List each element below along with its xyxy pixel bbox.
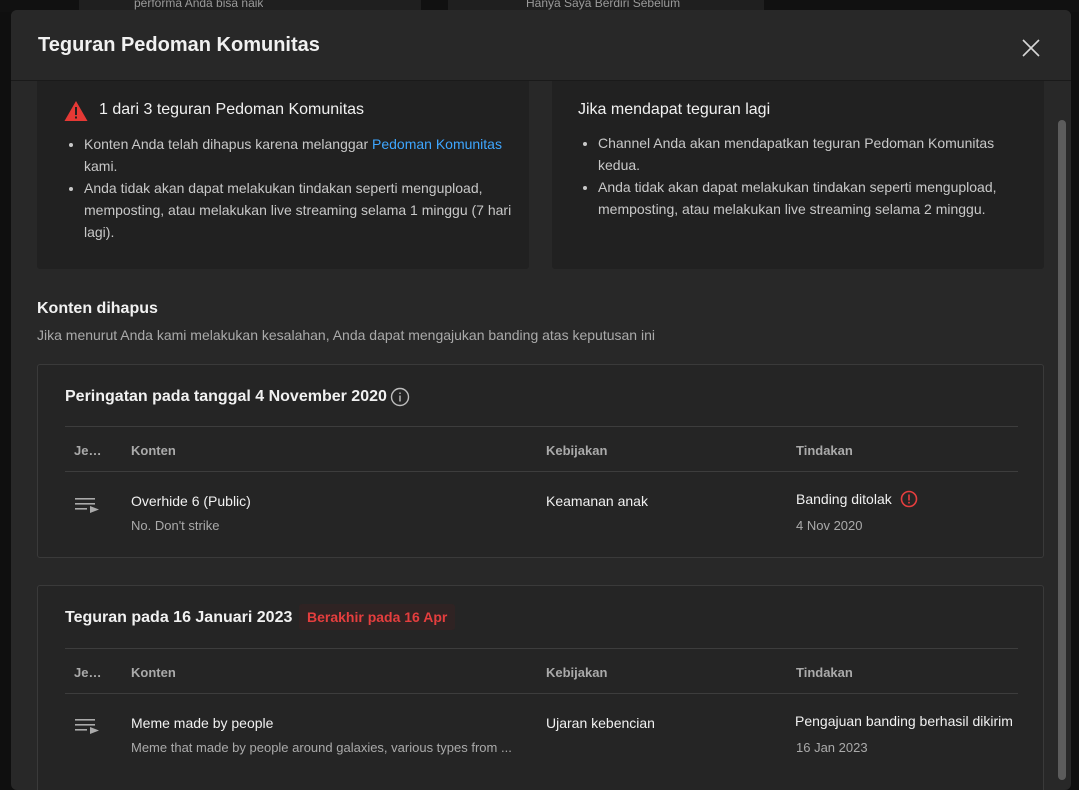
strike-status-list: Konten Anda telah dihapus karena melangg… — [64, 133, 524, 243]
content-title[interactable]: Meme made by people — [131, 715, 273, 731]
column-header-action: Tindakan — [796, 443, 853, 458]
table-divider — [65, 648, 1018, 649]
strike-status-bullet-1: Konten Anda telah dihapus karena melangg… — [84, 133, 524, 177]
next-strike-bullet-2: Anda tidak akan dapat melakukan tindakan… — [598, 176, 1038, 220]
dialog-body: 1 dari 3 teguran Pedoman Komunitas Konte… — [11, 81, 1071, 790]
content-description: No. Don't strike — [131, 518, 220, 533]
strike-card-title: Teguran pada 16 Januari 2023 — [65, 609, 293, 626]
background-text-right: Hanya Saya Berdiri Sebelum — [526, 0, 681, 10]
next-strike-heading: Jika mendapat teguran lagi — [578, 101, 771, 118]
strike-status-card: 1 dari 3 teguran Pedoman Komunitas Konte… — [37, 81, 529, 269]
column-header-action: Tindakan — [796, 665, 853, 680]
table-divider — [65, 693, 1018, 694]
background-text-left: performa Anda bisa naik — [134, 0, 264, 10]
policy-value: Ujaran kebencian — [546, 715, 655, 731]
strike-status-bullet-2: Anda tidak akan dapat melakukan tindakan… — [84, 177, 524, 243]
playlist-icon — [75, 719, 99, 734]
next-strike-card: Jika mendapat teguran lagi Channel Anda … — [552, 81, 1044, 269]
removed-content-title: Konten dihapus — [37, 300, 158, 317]
action-date: 4 Nov 2020 — [796, 518, 863, 533]
action-date: 16 Jan 2023 — [796, 740, 868, 755]
column-header-type: Je… — [74, 665, 102, 680]
alert-circle-icon[interactable] — [900, 490, 918, 508]
next-strike-list: Channel Anda akan mendapatkan teguran Pe… — [578, 132, 1038, 220]
table-divider — [65, 471, 1018, 472]
dialog-header: Teguran Pedoman Komunitas — [11, 10, 1071, 81]
column-header-type: Je… — [74, 443, 102, 458]
dialog-scrollbar[interactable] — [1058, 120, 1066, 780]
community-guidelines-link[interactable]: Pedoman Komunitas — [372, 136, 502, 152]
strike-card: Teguran pada 16 Januari 2023 Berakhir pa… — [37, 585, 1044, 790]
close-button[interactable] — [1017, 34, 1045, 62]
dialog-title: Teguran Pedoman Komunitas — [38, 34, 320, 56]
column-header-content: Konten — [131, 443, 176, 458]
playlist-icon — [75, 498, 99, 513]
warning-card-title: Peringatan pada tanggal 4 November 2020 — [65, 388, 387, 405]
bullet-text: Konten Anda telah dihapus karena melangg… — [84, 136, 372, 152]
table-divider — [65, 426, 1018, 427]
bullet-text: kami. — [84, 158, 118, 174]
content-description: Meme that made by people around galaxies… — [131, 740, 512, 755]
content-title[interactable]: Overhide 6 (Public) — [131, 493, 251, 509]
close-icon — [1022, 39, 1040, 57]
removed-content-subtitle: Jika menurut Anda kami melakukan kesalah… — [37, 327, 655, 343]
warning-card: Peringatan pada tanggal 4 November 2020 … — [37, 364, 1044, 558]
strike-dialog: Teguran Pedoman Komunitas 1 dari 3 tegur… — [11, 10, 1071, 790]
action-status: Banding ditolak — [796, 491, 892, 507]
column-header-content: Konten — [131, 665, 176, 680]
info-icon[interactable] — [390, 387, 410, 407]
strike-status-heading: 1 dari 3 teguran Pedoman Komunitas — [99, 101, 365, 118]
expiry-badge: Berakhir pada 16 Apr — [299, 604, 456, 630]
next-strike-bullet-1: Channel Anda akan mendapatkan teguran Pe… — [598, 132, 1038, 176]
action-status: Pengajuan banding berhasil dikirim — [795, 713, 1013, 729]
column-header-policy: Kebijakan — [546, 665, 608, 680]
column-header-policy: Kebijakan — [546, 443, 608, 458]
warning-triangle-icon — [64, 101, 88, 121]
policy-value: Keamanan anak — [546, 493, 648, 509]
